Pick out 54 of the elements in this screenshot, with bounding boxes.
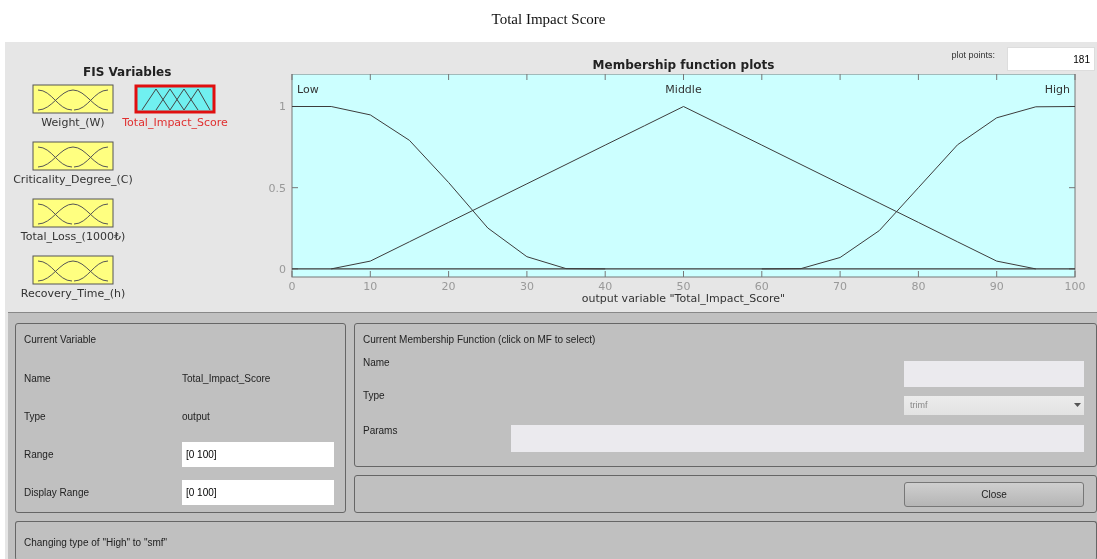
y-tick-label: 0 [279,262,286,276]
x-tick-label: 90 [989,280,1004,293]
variable-label: Total_Impact_Score [122,116,228,129]
plot-points-field[interactable]: 181 [1007,47,1095,71]
plot-points-label: plot points: [951,50,995,60]
membership-curve[interactable] [330,106,1037,270]
field-label: Name [363,357,390,368]
panel-title: Current Variable [24,334,97,345]
status-message: Changing type of "High" to "smf" [24,537,168,548]
params-field[interactable] [511,425,1084,452]
variable-label: Total_Loss_(1000₺) [20,230,126,243]
range-field[interactable]: [0 100] [182,479,334,505]
caret-icon [1074,403,1081,407]
input-variable-icon[interactable] [32,141,114,171]
range-field[interactable]: [0 100] [182,441,334,467]
x-tick-label: 50 [676,280,691,293]
input-variable-icon[interactable] [32,84,114,114]
x-tick-label: 10 [363,280,378,293]
membership-curve[interactable] [291,106,606,270]
close-button[interactable]: Close [904,481,1084,507]
field-label: Display Range [24,486,91,498]
x-tick-label: 60 [754,280,769,293]
field-label: Params [363,425,398,436]
panel-title: Current Membership Function (click on MF to select) [363,334,596,345]
y-tick-label: 0.5 [268,181,286,195]
membership-curve[interactable] [761,106,1076,270]
fis-variables-title: FIS Variables [83,65,172,79]
plot-title: Membership function plots [592,58,775,72]
input-variable-icon[interactable] [32,255,114,285]
field-value: Total_Impact_Score [182,372,271,384]
field-label: Name [24,372,52,384]
x-axis-label: output variable "Total_Impact_Score" [581,292,786,305]
y-tick-label: 1 [279,100,286,114]
variable-label: Recovery_Time_(h) [20,287,126,300]
x-tick-label: 20 [441,280,456,293]
x-tick-label: 40 [598,280,613,293]
curve-label: High [1044,83,1070,96]
x-tick-label: 70 [833,280,848,293]
x-tick-label: 0 [288,280,296,293]
variable-label: Criticality_Degree_(C) [13,173,133,186]
curve-label: Low [297,83,319,96]
field-label: Type [24,410,47,422]
figure-caption: Total Impact Score [491,10,606,29]
output-variable-icon[interactable] [134,84,216,114]
field-label: Type [363,390,385,401]
x-tick-label: 80 [911,280,926,293]
curve-label: Middle [665,83,702,96]
field-value: output [182,410,210,422]
x-tick-label: 30 [519,280,534,293]
mf-name-field[interactable] [904,361,1084,387]
variable-label: Weight_(W) [41,116,105,129]
input-variable-icon[interactable] [32,198,114,228]
x-tick-label: 100 [1064,280,1086,293]
field-label: Range [24,448,55,460]
